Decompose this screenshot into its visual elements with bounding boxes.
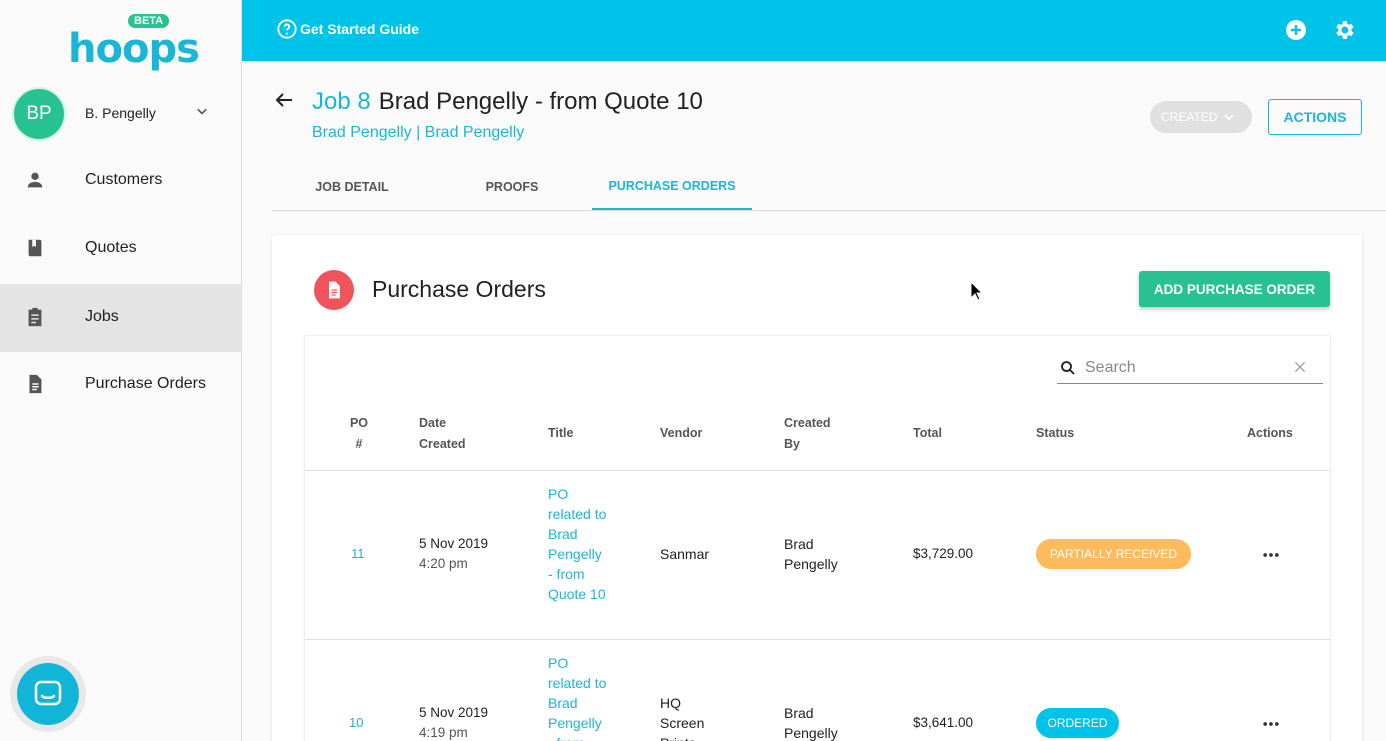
sidebar-item-quotes[interactable]: Quotes bbox=[0, 215, 241, 283]
page-title: Job 8 Brad Pengelly - from Quote 10 bbox=[312, 88, 703, 116]
user-menu[interactable]: BP B. Pengelly bbox=[12, 87, 232, 141]
close-icon[interactable] bbox=[1293, 360, 1307, 374]
more-horizontal-icon[interactable] bbox=[1261, 545, 1281, 565]
actions-button[interactable]: ACTIONS bbox=[1268, 99, 1362, 135]
purchase-orders-card: Purchase Orders ADD PURCHASE ORDER PO # … bbox=[272, 235, 1362, 741]
row-divider bbox=[305, 639, 1330, 640]
clipboard-icon bbox=[28, 307, 42, 327]
sidebar-item-label: Jobs bbox=[85, 308, 119, 325]
chat-launcher[interactable] bbox=[10, 656, 86, 732]
po-number-link[interactable]: 11 bbox=[351, 544, 365, 564]
chevron-down-icon[interactable] bbox=[192, 101, 212, 121]
status-badge: PARTIALLY RECEIVED bbox=[1036, 539, 1191, 569]
hoops-logo[interactable]: hoops BETA bbox=[68, 12, 200, 72]
job-title: Brad Pengelly - from Quote 10 bbox=[378, 88, 703, 115]
job-status-dropdown[interactable]: CREATED bbox=[1150, 101, 1252, 133]
created-by: Brad Pengelly bbox=[784, 536, 838, 572]
chevron-down-icon bbox=[1224, 114, 1235, 121]
search-input[interactable] bbox=[1085, 356, 1285, 380]
card-title: Purchase Orders bbox=[372, 276, 546, 302]
time-created: 4:19 pm bbox=[419, 725, 468, 740]
sidebar-item-jobs[interactable]: Jobs bbox=[0, 284, 241, 352]
mouse-cursor-icon bbox=[970, 281, 984, 301]
tab-bar: JOB DETAIL PROOFS PURCHASE ORDERS bbox=[272, 164, 1386, 211]
sidebar-item-label: Quotes bbox=[85, 239, 137, 256]
status-badge: ORDERED bbox=[1036, 708, 1119, 738]
person-icon bbox=[27, 172, 43, 188]
logo-text: hoops bbox=[68, 26, 200, 72]
document-icon bbox=[29, 374, 42, 394]
help-icon bbox=[277, 19, 297, 39]
sidebar-item-label: Customers bbox=[85, 171, 163, 188]
date-created: 5 Nov 2019 bbox=[419, 705, 489, 720]
get-started-guide-link[interactable]: Get Started Guide bbox=[276, 18, 419, 40]
document-icon bbox=[314, 270, 354, 310]
chat-icon bbox=[17, 663, 79, 725]
vendor: HQ Screen Prints bbox=[660, 695, 705, 741]
add-circle-icon[interactable] bbox=[1284, 18, 1308, 42]
book-icon bbox=[28, 239, 42, 257]
column-header-status[interactable]: Status bbox=[1036, 423, 1074, 444]
search-field bbox=[1057, 350, 1323, 384]
po-title-link[interactable]: PO related to Brad Pengelly - from Quote… bbox=[548, 653, 610, 741]
column-header-date-created[interactable]: Date Created bbox=[419, 413, 479, 455]
sidebar-item-customers[interactable]: Customers bbox=[0, 147, 241, 215]
column-header-title[interactable]: Title bbox=[548, 423, 573, 444]
back-arrow-icon[interactable] bbox=[272, 88, 296, 112]
tab-job-detail[interactable]: JOB DETAIL bbox=[272, 164, 432, 210]
search-icon bbox=[1061, 361, 1075, 375]
column-header-created-by[interactable]: Created By bbox=[784, 413, 836, 455]
vendor: Sanmar bbox=[660, 546, 710, 562]
sidebar-item-purchase-orders[interactable]: Purchase Orders bbox=[0, 351, 241, 419]
customer-link[interactable]: Brad Pengelly | Brad Pengelly bbox=[312, 124, 524, 142]
total: $3,641.00 bbox=[913, 715, 974, 730]
add-purchase-order-button[interactable]: ADD PURCHASE ORDER bbox=[1139, 271, 1330, 307]
guide-label: Get Started Guide bbox=[300, 21, 420, 37]
total: $3,729.00 bbox=[913, 546, 974, 561]
purchase-orders-table: PO # Date Created Title Vendor Created B… bbox=[304, 335, 1331, 741]
po-number-link[interactable]: 10 bbox=[349, 713, 363, 733]
column-header-vendor[interactable]: Vendor bbox=[660, 423, 702, 444]
top-bar: Get Started Guide bbox=[242, 0, 1386, 61]
time-created: 4:20 pm bbox=[419, 556, 468, 571]
header-divider bbox=[305, 470, 1330, 471]
sidebar-item-label: Purchase Orders bbox=[85, 375, 206, 392]
column-header-po[interactable]: PO # bbox=[345, 413, 373, 455]
column-header-total[interactable]: Total bbox=[913, 423, 942, 444]
user-name: B. Pengelly bbox=[85, 105, 156, 121]
sidebar: hoops BETA BP B. Pengelly Customers Quot… bbox=[0, 0, 242, 741]
po-title-link[interactable]: PO related to Brad Pengelly - from Quote… bbox=[548, 484, 610, 604]
column-header-actions: Actions bbox=[1247, 426, 1293, 440]
tab-purchase-orders[interactable]: PURCHASE ORDERS bbox=[592, 164, 752, 210]
job-number-link[interactable]: Job 8 bbox=[312, 88, 371, 115]
date-created: 5 Nov 2019 bbox=[419, 536, 489, 551]
tab-proofs[interactable]: PROOFS bbox=[432, 164, 592, 210]
more-horizontal-icon[interactable] bbox=[1261, 714, 1281, 734]
job-status-value: CREATED bbox=[1161, 110, 1218, 124]
gear-icon[interactable] bbox=[1332, 18, 1356, 42]
avatar: BP bbox=[12, 87, 66, 141]
beta-badge: BETA bbox=[128, 14, 170, 28]
created-by: Brad Pengelly bbox=[784, 705, 838, 741]
